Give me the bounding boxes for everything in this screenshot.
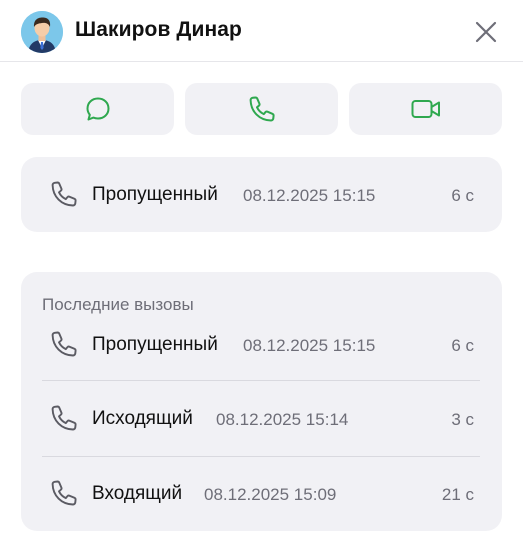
close-button[interactable] xyxy=(472,18,500,46)
recent-call-row[interactable]: Входящий 08.12.2025 15:09 21 с xyxy=(21,473,502,513)
phone-icon xyxy=(249,96,275,122)
call-button[interactable] xyxy=(185,83,338,135)
user-avatar-icon xyxy=(21,11,63,53)
call-type: Исходящий xyxy=(92,408,193,429)
call-type: Пропущенный xyxy=(92,184,218,205)
video-call-button[interactable] xyxy=(349,83,502,135)
call-datetime: 08.12.2025 15:15 xyxy=(243,336,376,355)
call-duration: 6 с xyxy=(451,186,474,205)
chat-bubble-icon xyxy=(86,97,109,121)
recent-calls-heading: Последние вызовы xyxy=(42,295,194,314)
divider xyxy=(42,456,480,457)
phone-icon xyxy=(49,329,79,359)
call-duration: 21 с xyxy=(441,485,474,504)
recent-call-row[interactable]: Исходящий 08.12.2025 15:14 3 с xyxy=(21,398,502,438)
phone-icon xyxy=(49,179,79,209)
divider xyxy=(42,380,480,381)
current-call-card: Пропущенный 08.12.2025 15:15 6 с xyxy=(21,157,502,232)
contact-name: Шакиров Динар xyxy=(75,18,242,41)
message-button[interactable] xyxy=(21,83,174,135)
call-type: Пропущенный xyxy=(92,334,218,355)
recent-call-row[interactable]: Пропущенный 08.12.2025 15:15 6 с xyxy=(21,324,502,364)
call-datetime: 08.12.2025 15:15 xyxy=(243,186,376,205)
phone-icon xyxy=(49,478,79,508)
call-row[interactable]: Пропущенный 08.12.2025 15:15 6 с xyxy=(21,174,502,214)
phone-icon xyxy=(49,403,79,433)
call-type: Входящий xyxy=(92,483,183,504)
call-datetime: 08.12.2025 15:09 xyxy=(204,485,337,504)
call-datetime: 08.12.2025 15:14 xyxy=(216,410,349,429)
video-camera-icon xyxy=(411,100,440,118)
call-duration: 6 с xyxy=(451,336,474,355)
recent-calls-card: Последние вызовы Пропущенный 08.12.2025 … xyxy=(21,272,502,531)
call-duration: 3 с xyxy=(451,410,474,429)
close-icon xyxy=(475,21,497,43)
dialog-header: Шакиров Динар xyxy=(0,0,523,62)
